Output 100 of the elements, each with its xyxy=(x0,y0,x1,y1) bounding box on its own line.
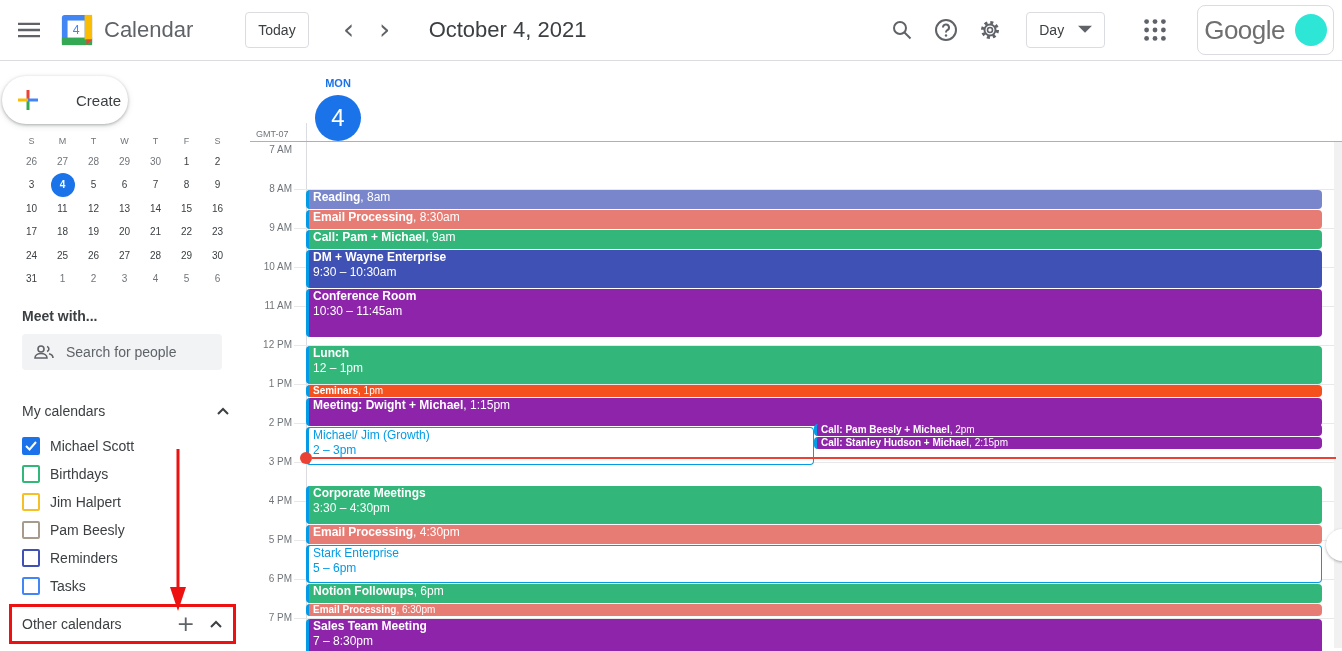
plus-icon xyxy=(16,88,40,112)
date-cell[interactable]: 11 xyxy=(50,196,75,221)
date-title: October 4, 2021 xyxy=(428,17,588,43)
date-cell[interactable]: 15 xyxy=(174,196,199,221)
people-icon xyxy=(34,344,54,360)
calendar-checkbox[interactable] xyxy=(22,549,40,567)
date-cell[interactable]: 27 xyxy=(50,149,75,174)
selected-day-number[interactable]: 4 xyxy=(315,95,361,141)
date-cell[interactable]: 7 xyxy=(143,173,168,198)
date-cell[interactable]: 18 xyxy=(50,220,75,245)
time-label: 3 PM xyxy=(267,457,292,467)
calendar-checkbox[interactable] xyxy=(22,465,40,483)
date-cell[interactable]: 13 xyxy=(112,196,137,221)
add-calendar-button[interactable]: + xyxy=(176,614,195,634)
time-label: 7 PM xyxy=(267,613,292,623)
date-cell[interactable]: 26 xyxy=(19,149,44,174)
calendar-name: Michael Scott xyxy=(50,438,135,454)
weekday-label: S xyxy=(27,138,36,148)
calendar-name: Pam Beesly xyxy=(50,522,125,538)
date-cell[interactable]: 5 xyxy=(174,267,199,292)
calendar-checkbox[interactable] xyxy=(22,521,40,539)
weekday-label: MON xyxy=(324,77,352,89)
section-title: My calendars xyxy=(22,403,106,419)
weekday-label: T xyxy=(151,138,160,148)
section-title: Meet with... xyxy=(22,308,99,324)
time-label: 8 AM xyxy=(268,184,292,194)
previous-day-button[interactable]: ‹ xyxy=(332,14,365,46)
section-title: Other calendars xyxy=(22,616,123,632)
date-cell[interactable]: 28 xyxy=(143,243,168,268)
date-cell[interactable]: 1 xyxy=(50,267,75,292)
date-cell[interactable]: 3 xyxy=(19,173,44,198)
date-cell[interactable]: 3 xyxy=(112,267,137,292)
calendar-name: Reminders xyxy=(50,550,118,566)
time-label: 10 AM xyxy=(262,262,292,272)
people-search-field[interactable]: Search for people xyxy=(22,334,222,370)
calendar-logo-icon: 4 xyxy=(60,13,94,47)
selected-date[interactable]: 4 xyxy=(50,173,75,198)
collapse-icon[interactable] xyxy=(216,406,230,416)
date-cell[interactable]: 16 xyxy=(205,196,230,221)
date-cell[interactable]: 1 xyxy=(174,149,199,174)
date-cell[interactable]: 20 xyxy=(112,220,137,245)
date-cell[interactable]: 14 xyxy=(143,196,168,221)
weekday-label: F xyxy=(182,138,191,148)
account-button[interactable]: Google xyxy=(1197,5,1334,55)
time-label: 7 AM xyxy=(268,145,292,155)
date-cell[interactable]: 2 xyxy=(81,267,106,292)
date-cell[interactable]: 22 xyxy=(174,220,199,245)
app-name: Calendar xyxy=(104,17,194,43)
date-cell[interactable]: 17 xyxy=(19,220,44,245)
date-cell[interactable]: 10 xyxy=(19,196,44,221)
date-cell[interactable]: 30 xyxy=(205,243,230,268)
date-cell[interactable]: 8 xyxy=(174,173,199,198)
date-cell[interactable]: 27 xyxy=(112,243,137,268)
date-cell[interactable]: 2 xyxy=(205,149,230,174)
calendar-name: Tasks xyxy=(50,578,86,594)
brand-name: Google xyxy=(1204,14,1285,46)
next-day-button[interactable]: › xyxy=(368,14,401,46)
calendar-name: Birthdays xyxy=(50,466,109,482)
calendar-event[interactable]: DM + Wayne Enterprise 9:30 – 10:30am xyxy=(306,250,1322,288)
date-cell[interactable]: 12 xyxy=(81,196,106,221)
time-label: 11 AM xyxy=(263,301,292,311)
create-button[interactable]: Create xyxy=(2,76,128,124)
weekday-label: W xyxy=(119,138,130,148)
date-cell[interactable]: 29 xyxy=(112,149,137,174)
time-label: 6 PM xyxy=(267,574,292,584)
date-cell[interactable]: 6 xyxy=(205,267,230,292)
help-icon[interactable] xyxy=(934,18,959,42)
date-cell[interactable]: 25 xyxy=(50,243,75,268)
today-button[interactable]: Today xyxy=(245,12,309,48)
calendar-name: Jim Halpert xyxy=(50,494,121,510)
date-cell[interactable]: 6 xyxy=(112,173,137,198)
date-cell[interactable]: 4 xyxy=(143,267,168,292)
calendar-event[interactable]: Sales Team Meeting 7 – 8:30pm xyxy=(306,619,1322,651)
date-cell[interactable]: 24 xyxy=(19,243,44,268)
calendar-event[interactable]: Meeting: Dwight + Michael, 1:15pm xyxy=(306,398,1322,426)
time-label: 4 PM xyxy=(267,496,292,506)
calendar-event[interactable]: Call: Pam Beesly + Michael, 2pm xyxy=(814,424,1322,436)
view-dropdown[interactable]: Day xyxy=(1026,12,1106,48)
date-cell[interactable]: 9 xyxy=(205,173,230,198)
weekday-label: T xyxy=(89,138,98,148)
calendar-event[interactable]: Conference Room 10:30 – 11:45am xyxy=(306,289,1322,337)
date-cell[interactable]: 21 xyxy=(143,220,168,245)
apps-grid-icon[interactable] xyxy=(1143,18,1168,42)
date-cell[interactable]: 19 xyxy=(81,220,106,245)
date-cell[interactable]: 5 xyxy=(81,173,106,198)
date-cell[interactable]: 23 xyxy=(205,220,230,245)
date-cell[interactable]: 26 xyxy=(81,243,106,268)
menu-icon[interactable] xyxy=(18,22,40,38)
date-cell[interactable]: 28 xyxy=(81,149,106,174)
date-cell[interactable]: 29 xyxy=(174,243,199,268)
scrollbar[interactable] xyxy=(1334,142,1342,648)
date-cell[interactable]: 31 xyxy=(19,267,44,292)
weekday-label: M xyxy=(57,138,68,148)
calendar-event[interactable]: Call: Stanley Hudson + Michael, 2:15pm xyxy=(814,437,1322,449)
date-cell[interactable]: 30 xyxy=(143,149,168,174)
calendar-checkbox[interactable] xyxy=(22,577,40,595)
time-label: 9 AM xyxy=(268,223,292,233)
collapse-icon[interactable] xyxy=(209,619,223,629)
calendar-checkbox[interactable] xyxy=(22,437,40,455)
caret-icon xyxy=(1078,25,1093,35)
